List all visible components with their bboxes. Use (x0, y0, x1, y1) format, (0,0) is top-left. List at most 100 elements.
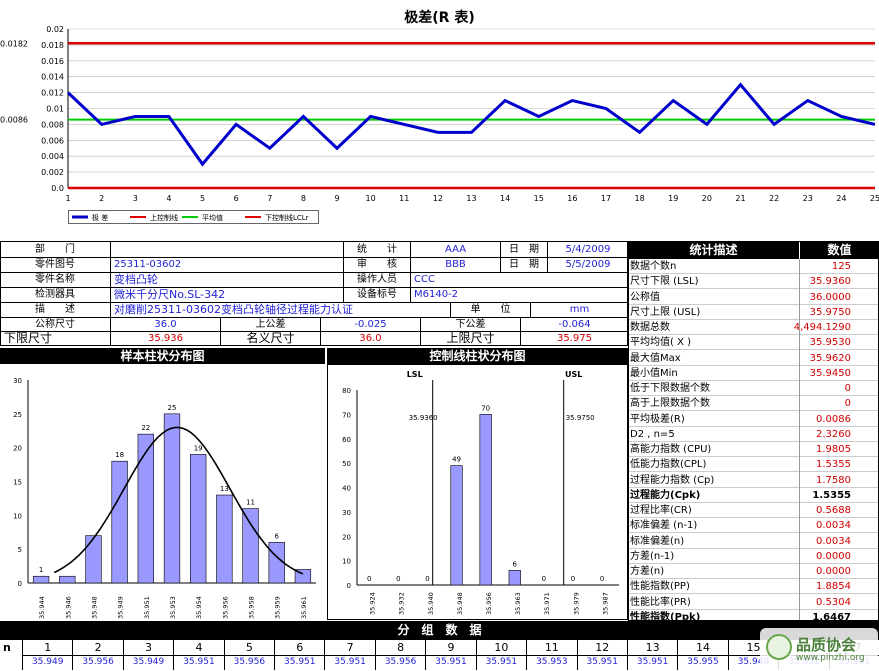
bar-label: 13 (220, 485, 229, 493)
x-tick-label: 1 (65, 194, 70, 203)
bar-label: 0 (425, 575, 429, 583)
part-name-label: 零件名称 (35, 274, 75, 285)
group-cell: 35.953 (526, 655, 576, 670)
y-tick-label: 0.018 (41, 41, 64, 50)
x-tick-label: 35.949 (117, 596, 125, 619)
bar-label: 19 (194, 444, 203, 452)
histogram-bar (190, 454, 207, 584)
x-tick-label: 35.944 (38, 596, 46, 619)
stat-label: 统 计 (357, 244, 397, 255)
sample-histogram: 30 25 20 15 10 5 0 1 35.944 35.946 35.948 18 35.949 2… (13, 377, 316, 619)
bar-label: 25 (168, 404, 177, 412)
part-no: 25311-03602 (114, 259, 182, 270)
range-chart-svg: 0.020.0180.0160.0140.0120.010.0080.0060.… (0, 25, 879, 224)
x-tick-label: 35.959 (274, 596, 282, 619)
usl-text: USL (565, 370, 582, 379)
group-col-header: 12 (576, 640, 627, 656)
bar-label: 70 (481, 404, 490, 412)
dept-label: 部 门 (35, 244, 75, 255)
y-tick-label: 30 (342, 509, 351, 517)
desc: 对磨削25311-03602变档凸轮轴径过程能力认证 (114, 303, 353, 316)
y-tick-label: 20 (342, 533, 351, 541)
x-tick-label: 15 (534, 194, 544, 203)
x-tick-label: 35.940 (427, 592, 435, 615)
lsl-text: LSL (407, 370, 423, 379)
info-table: 部 门 统 计 AAA 日 期 5/4/2009 零件图号 25311-0360… (0, 241, 628, 346)
x-tick-label: 35.951 (143, 596, 151, 619)
date-2: 5/5/2009 (565, 259, 611, 270)
y-tick-label: 0.02 (46, 25, 64, 34)
watermark: 品质协会 www.pinzhi.org (760, 628, 878, 670)
nominal: 36.0 (154, 319, 177, 330)
range-chart: 极差(R 表) 0.02 0.018 0.016 0.014 0.012 0.01 0.00… (0, 0, 879, 238)
x-tick-label: 22 (769, 194, 779, 203)
x-tick-label: 20 (702, 194, 712, 203)
x-tick-label: 35.979 (572, 592, 580, 615)
y-tick-label: 50 (342, 460, 351, 468)
lsl-value: 35.936 (148, 333, 183, 344)
control-histogram: 80706050403020100035.924035.932035.94049… (327, 364, 628, 620)
histogram-bar (450, 465, 463, 586)
group-col-header: 7 (324, 640, 375, 656)
logo-icon (766, 634, 792, 660)
group-cell: 35.956 (72, 655, 122, 670)
group-col-header: 10 (475, 640, 527, 656)
operator-label: 操作人员 (357, 274, 397, 285)
group-col-header: 11 (526, 640, 577, 656)
legend-label: 下控制线LCLr (265, 213, 309, 222)
group-cell: 35.949 (22, 655, 72, 670)
usl-label: 上限尺寸 (446, 331, 495, 345)
y-tick-label: 10 (342, 558, 351, 566)
x-tick-label: 35.958 (248, 596, 256, 619)
x-tick-label: 18 (635, 194, 645, 203)
group-col-header: 8 (374, 640, 426, 656)
nominal2-value: 36.0 (359, 333, 382, 344)
y-tick-label: 0.004 (41, 152, 64, 161)
histogram-bar (59, 575, 76, 584)
x-tick-label: 35.954 (195, 596, 203, 619)
usl-value: 35.9750 (566, 414, 595, 422)
group-cell: 35.949 (122, 655, 173, 670)
stat-person: AAA (444, 244, 467, 255)
x-tick-label: 35.953 (169, 596, 177, 619)
date-label-2: 日 期 (509, 259, 539, 270)
y-tick-label: 0.002 (41, 168, 64, 177)
group-col-header: 14 (677, 640, 728, 656)
x-tick-label: 35.948 (90, 596, 98, 619)
x-tick-label: 12 (433, 194, 443, 203)
nominal-label: 公称尺寸 (35, 319, 75, 330)
group-col-header: 9 (425, 640, 476, 656)
y-tick-label: 0.008 (41, 120, 64, 129)
group-col-header: 1 (22, 640, 73, 656)
bar-label: 0 (367, 575, 371, 583)
y-tick-label: 30 (13, 377, 22, 385)
x-tick-label: 6 (234, 194, 239, 203)
ucl-label: 0.0182 (0, 39, 28, 48)
x-tick-label: 35.948 (456, 592, 464, 615)
unit-label: 单 位 (470, 304, 511, 315)
group-data-title: 分 组 数 据 (0, 621, 879, 640)
histogram-bar (137, 433, 154, 584)
x-tick-label: 35.946 (64, 596, 72, 619)
x-tick-label: 13 (466, 194, 476, 203)
y-tick-label: 0.014 (41, 73, 64, 82)
part-no-label: 零件图号 (35, 259, 75, 270)
x-tick-label: 35.961 (300, 596, 308, 619)
x-tick-label: 35.924 (369, 592, 377, 615)
x-tick-label: 2 (99, 194, 104, 203)
group-data-table: n 1 35.949 2 35.956 3 35.949 4 35.951 5 35.956 6 35.… (0, 640, 879, 671)
histogram-bar (479, 414, 492, 586)
upper-tol-label: 上公差 (255, 319, 286, 330)
x-tick-label: 5 (200, 194, 205, 203)
lsl-value: 35.9360 (409, 414, 438, 422)
bar-label: 6 (513, 560, 518, 568)
y-tick-label: 40 (342, 485, 351, 493)
bar-label: 22 (141, 424, 150, 432)
x-tick-label: 14 (500, 194, 510, 203)
legend: 极 差 上控制线 平均值 下控制线LCLr (68, 210, 319, 224)
group-cell: 35.956 (223, 655, 274, 670)
desc-label: 描 述 (35, 304, 75, 315)
y-tick-label: 60 (342, 436, 351, 444)
x-tick-label: 35.987 (601, 592, 609, 615)
y-tick-label: 0.01 (46, 105, 64, 114)
